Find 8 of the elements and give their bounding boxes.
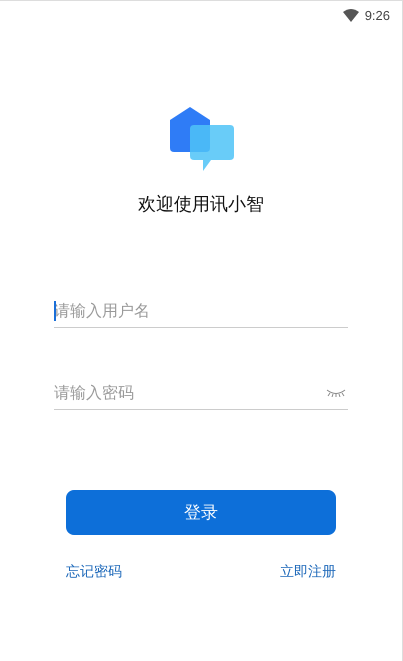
login-button[interactable]: 登录 <box>66 490 336 535</box>
wifi-icon <box>342 8 359 22</box>
password-field[interactable]: 请输入密码 <box>54 376 348 410</box>
text-link[interactable]: 立即注册 <box>280 563 336 581</box>
closed-eye-icon[interactable] <box>326 389 346 397</box>
welcome-title: 欢迎使用讯小智 <box>137 193 265 216</box>
text-link[interactable]: 忘记密码 <box>66 563 122 581</box>
status-time: 9:26 <box>364 8 390 22</box>
